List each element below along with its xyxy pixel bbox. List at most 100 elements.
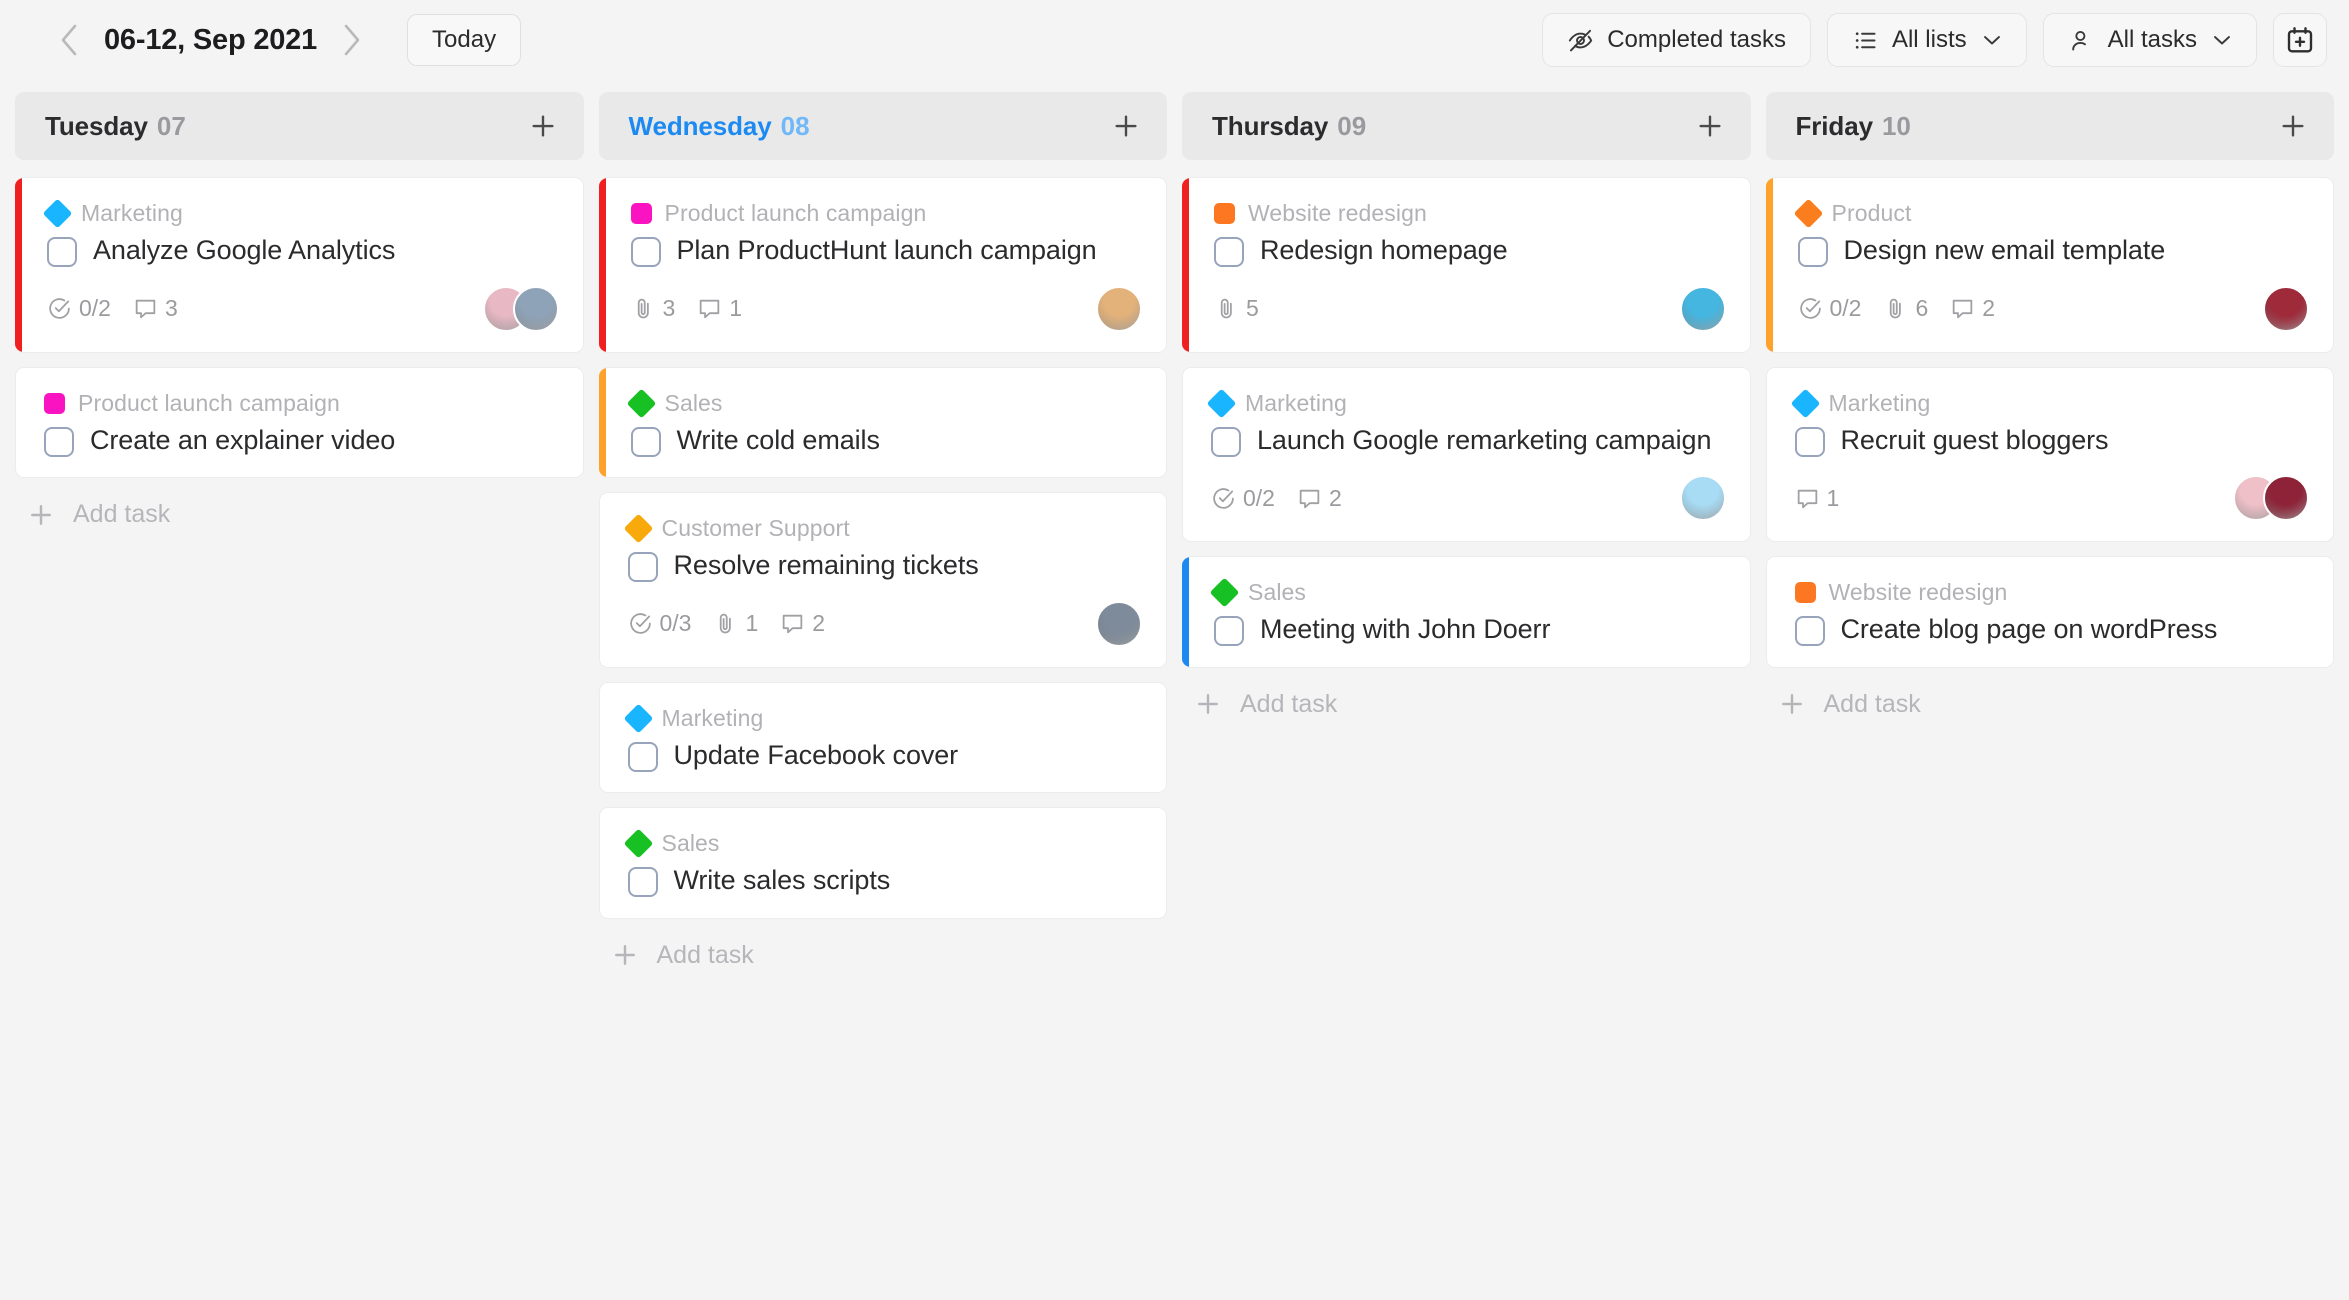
task-meta-row: 0/2 3 — [47, 285, 559, 332]
task-checkbox[interactable] — [630, 237, 661, 267]
task-tag-row: Website redesign — [1794, 579, 2310, 606]
task-checkbox[interactable] — [630, 426, 661, 457]
task-card-list: Website redesign Redesign homepage 5 Market… — [1182, 177, 1751, 668]
task-meta-item: 2 — [1950, 295, 1995, 322]
task-card[interactable]: Website redesign Redesign homepage 5 — [1182, 177, 1751, 353]
day-column: Wednesday 08 Product launch campaign Plan P… — [598, 92, 1168, 970]
chevron-left-icon[interactable] — [48, 19, 90, 61]
assignee-avatar-group[interactable] — [1096, 600, 1142, 647]
task-title-label: Launch Google remarketing campaign — [1257, 424, 1712, 455]
task-title-row: Meeting with John Doerr — [1214, 612, 1726, 647]
today-button[interactable]: Today — [407, 14, 522, 66]
task-checkbox[interactable] — [1214, 237, 1244, 267]
task-checkbox[interactable] — [44, 426, 74, 457]
task-meta-value: 0/2 — [1829, 295, 1862, 322]
task-card-accent-bar — [1182, 178, 1189, 352]
all-lists-dropdown[interactable]: All lists — [1826, 13, 2027, 67]
all-tasks-dropdown[interactable]: All tasks — [2042, 13, 2257, 67]
task-card[interactable]: Marketing Recruit guest bloggers 1 — [1765, 366, 2334, 543]
add-task-button[interactable]: Add task — [1766, 668, 2335, 719]
task-meta-item: 1 — [1795, 485, 1839, 512]
add-task-plus-icon[interactable] — [1111, 111, 1141, 141]
task-title-label: Write cold emails — [676, 424, 880, 455]
chevron-right-icon[interactable] — [331, 19, 373, 61]
task-card[interactable]: Sales Write sales scripts — [598, 807, 1167, 919]
task-meta-value: 3 — [164, 295, 178, 322]
task-checkbox[interactable] — [1794, 426, 1825, 457]
task-meta-value: 3 — [662, 295, 676, 322]
task-checkbox[interactable] — [627, 552, 658, 583]
task-meta-item: 3 — [631, 295, 676, 322]
task-card[interactable]: Sales Write cold emails — [598, 366, 1167, 479]
task-checkbox[interactable] — [47, 237, 77, 267]
tag-diamond-icon — [1209, 577, 1240, 608]
task-meta-value: 5 — [1246, 295, 1259, 322]
task-card-accent-bar — [598, 178, 606, 352]
task-meta-group: 0/3 1 2 — [628, 610, 825, 637]
task-tag-row: Marketing — [1790, 388, 2310, 418]
calendar-plus-icon — [2285, 25, 2315, 55]
task-card[interactable]: Website redesign Create blog page on word… — [1765, 556, 2334, 668]
task-card[interactable]: Sales Meeting with John Doerr — [1182, 556, 1751, 668]
add-task-plus-icon[interactable] — [1695, 111, 1725, 141]
tag-square-icon — [630, 203, 652, 224]
day-column-header: Tuesday 07 — [15, 92, 584, 160]
task-checkbox[interactable] — [1211, 426, 1241, 457]
assignee-avatar-group[interactable] — [2233, 475, 2309, 522]
add-task-button[interactable]: Add task — [1182, 668, 1751, 719]
add-task-button[interactable]: Add task — [599, 919, 1168, 970]
day-number-label: 10 — [1881, 110, 1911, 141]
task-card-accent-bar — [15, 178, 22, 352]
task-card[interactable]: Marketing Analyze Google Analytics 0/2 3 — [15, 177, 584, 353]
task-title-label: Update Facebook cover — [673, 739, 959, 770]
plus-icon — [1194, 690, 1222, 718]
task-meta-value: 6 — [1915, 295, 1929, 322]
tag-diamond-icon — [42, 198, 73, 229]
comment-icon — [133, 296, 158, 321]
task-checkbox[interactable] — [627, 741, 658, 772]
task-checkbox[interactable] — [1797, 237, 1828, 267]
plus-icon — [611, 941, 639, 969]
assignee-avatar-group[interactable] — [482, 285, 559, 332]
assignee-avatar-group[interactable] — [1679, 285, 1726, 332]
task-checkbox[interactable] — [1214, 616, 1244, 647]
chevron-down-icon — [2212, 33, 2232, 47]
task-checkbox[interactable] — [627, 867, 658, 898]
day-number-label: 09 — [1337, 110, 1367, 141]
task-card[interactable]: Marketing Update Facebook cover — [598, 681, 1167, 794]
task-card-accent-bar — [1182, 557, 1189, 667]
day-column-header: Friday 10 — [1765, 92, 2334, 160]
task-tag-label: Sales — [664, 389, 723, 416]
task-tag-label: Product launch campaign — [78, 389, 340, 416]
completed-tasks-label: Completed tasks — [1607, 26, 1786, 53]
add-calendar-event-button[interactable] — [2273, 13, 2327, 67]
add-task-plus-icon[interactable] — [2278, 111, 2308, 141]
assignee-avatar-group[interactable] — [1679, 475, 1726, 522]
day-name-label: Tuesday — [45, 110, 148, 141]
assignee-avatar-group[interactable] — [2263, 285, 2309, 332]
add-task-plus-icon[interactable] — [528, 111, 558, 141]
completed-tasks-button[interactable]: Completed tasks — [1542, 13, 1811, 67]
task-card[interactable]: Product launch campaign Plan ProductHunt … — [598, 177, 1167, 353]
tag-diamond-icon — [1793, 198, 1823, 229]
add-task-label: Add task — [73, 500, 171, 529]
tag-square-icon — [1794, 582, 1816, 604]
day-column: Friday 10 Product Design new email template… — [1765, 92, 2335, 719]
avatar — [2263, 475, 2309, 522]
date-range-label: 06-12, Sep 2021 — [104, 23, 318, 56]
task-meta-group: 31 — [631, 295, 742, 322]
assignee-avatar-group[interactable] — [1096, 285, 1142, 332]
subtasks-icon — [47, 296, 72, 321]
task-card[interactable]: Product Design new email template 0/2 6 2 — [1765, 177, 2334, 353]
comment-icon — [780, 611, 805, 636]
task-card-accent-bar — [1765, 178, 1773, 352]
tag-diamond-icon — [623, 513, 653, 544]
week-board: Tuesday 07 Marketing Analyze Google Analyti… — [0, 80, 2349, 1300]
task-checkbox[interactable] — [1794, 616, 1825, 647]
task-tag-row: Sales — [623, 828, 1143, 859]
all-tasks-label: All tasks — [2107, 26, 2197, 53]
task-card[interactable]: Marketing Launch Google remarketing campa… — [1182, 366, 1751, 543]
task-card[interactable]: Customer Support Resolve remaining ticket… — [598, 492, 1167, 668]
task-card[interactable]: Product launch campaign Create an explain… — [15, 366, 584, 479]
add-task-button[interactable]: Add task — [15, 478, 584, 529]
